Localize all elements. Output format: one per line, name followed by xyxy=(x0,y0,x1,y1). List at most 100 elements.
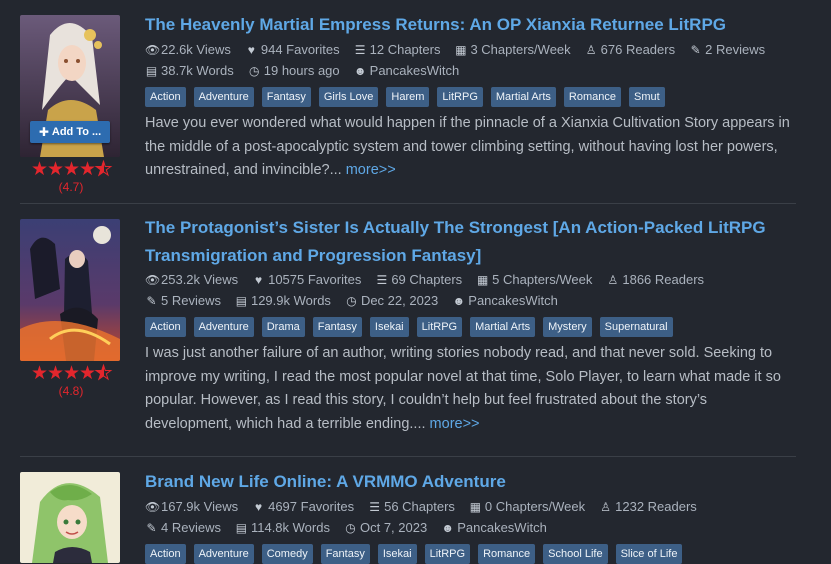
book-icon: ▤ xyxy=(235,293,248,308)
cover-image[interactable] xyxy=(20,472,120,563)
word-count: 129.9k Words xyxy=(250,293,331,308)
story-info: ✎ 4 Reviews ▤ 114.8k Words ◷ Oct 7, 2023 ☻ P… xyxy=(145,520,561,535)
updated-time: Dec 22, 2023 xyxy=(360,293,439,308)
tag-list: Action Adventure Comedy Fantasy Isekai L… xyxy=(145,544,690,564)
tag-list: Action Adventure Drama Fantasy Isekai Li… xyxy=(145,317,681,337)
tag[interactable]: Fantasy xyxy=(312,317,362,337)
star-icon: ★ xyxy=(63,363,81,384)
chapters-count: 12 Chapters xyxy=(369,42,441,57)
rating-value: (4.8) xyxy=(58,384,84,398)
tag[interactable]: Harem xyxy=(386,87,430,107)
author-icon: ☻ xyxy=(441,520,455,535)
tag[interactable]: Adventure xyxy=(193,87,254,107)
favorites-count: 944 Favorites xyxy=(260,42,340,57)
tag[interactable]: School Life xyxy=(543,544,608,564)
tag[interactable]: Fantasy xyxy=(261,87,311,107)
tag[interactable]: Action xyxy=(145,87,186,107)
tag[interactable]: Slice of Life xyxy=(615,544,683,564)
tag-list: Action Adventure Fantasy Girls Love Hare… xyxy=(145,87,673,107)
tag[interactable]: Romance xyxy=(563,87,621,107)
story-stats: 👁 22.6k Views ♥ 944 Favorites ☰ 12 Chapters… xyxy=(145,42,779,57)
tag[interactable]: Supernatural xyxy=(599,317,673,337)
chapters-count: 56 Chapters xyxy=(384,499,455,514)
star-icon: ★ xyxy=(79,159,97,180)
story-stats: 👁 253.2k Views ♥ 10575 Favorites ☰ 69 Chapt… xyxy=(145,272,718,287)
divider xyxy=(20,456,796,457)
chapters-count: 69 Chapters xyxy=(391,272,463,287)
book-icon: ▤ xyxy=(235,520,248,535)
cover-image[interactable] xyxy=(20,219,120,361)
tag[interactable]: Fantasy xyxy=(320,544,370,564)
tag[interactable]: Comedy xyxy=(261,544,313,564)
story-title[interactable]: The Protagonist’s Sister Is Actually The… xyxy=(145,214,795,270)
star-half-icon: ★ xyxy=(95,159,113,180)
tag[interactable]: LitRPG xyxy=(437,87,483,107)
book-icon: ▤ xyxy=(145,63,158,78)
star-icon: ★ xyxy=(47,159,65,180)
star-icon: ★ xyxy=(31,363,49,384)
chapters-per-week: 3 Chapters/Week xyxy=(470,42,571,57)
tag[interactable]: Mystery xyxy=(543,317,592,337)
tag[interactable]: Action xyxy=(145,317,186,337)
tag[interactable]: Smut xyxy=(628,87,665,107)
reviews-count: 4 Reviews xyxy=(161,520,221,535)
tag[interactable]: Adventure xyxy=(193,544,254,564)
list-icon: ☰ xyxy=(376,272,388,287)
author-name[interactable]: PancakesWitch xyxy=(468,293,558,308)
tag[interactable]: Action xyxy=(145,544,186,564)
author-icon: ☻ xyxy=(353,63,367,78)
heart-icon: ♥ xyxy=(255,272,263,287)
tag[interactable]: Martial Arts xyxy=(470,317,536,337)
tag[interactable]: Isekai xyxy=(377,544,417,564)
tag[interactable]: LitRPG xyxy=(416,317,463,337)
views-count: 22.6k Views xyxy=(161,42,231,57)
readers-count: 1232 Readers xyxy=(615,499,697,514)
updated-time: 19 hours ago xyxy=(263,63,340,78)
reviews-count: 2 Reviews xyxy=(705,42,766,57)
more-link[interactable]: more>> xyxy=(346,162,396,178)
tag[interactable]: Romance xyxy=(478,544,536,564)
star-half-icon: ★ xyxy=(95,363,113,384)
eye-icon: 👁 xyxy=(145,499,161,514)
more-link[interactable]: more>> xyxy=(430,416,480,432)
tag[interactable]: LitRPG xyxy=(424,544,471,564)
calendar-icon: ▦ xyxy=(469,499,482,514)
views-count: 167.9k Views xyxy=(161,499,239,514)
tag[interactable]: Girls Love xyxy=(318,87,379,107)
star-rating: ★ ★ ★ ★ ★ xyxy=(28,363,114,384)
favorites-count: 4697 Favorites xyxy=(268,499,355,514)
plus-icon: ✚ xyxy=(38,125,49,139)
tag[interactable]: Adventure xyxy=(193,317,254,337)
eye-icon: 👁 xyxy=(145,42,161,57)
author-name[interactable]: PancakesWitch xyxy=(370,63,460,78)
edit-icon: ✎ xyxy=(146,520,157,535)
tag[interactable]: Drama xyxy=(261,317,305,337)
chapters-per-week: 0 Chapters/Week xyxy=(484,499,586,514)
star-icon: ★ xyxy=(47,363,65,384)
edit-icon: ✎ xyxy=(146,293,157,308)
calendar-icon: ▦ xyxy=(476,272,489,287)
story-description: I was just another failure of an author,… xyxy=(145,345,781,432)
reviews-count: 5 Reviews xyxy=(161,293,221,308)
tag[interactable]: Martial Arts xyxy=(490,87,556,107)
star-rating: ★ ★ ★ ★ ★ xyxy=(28,159,114,180)
add-to-list-button[interactable]: ✚ Add To ... xyxy=(30,121,110,143)
rating-value: (4.7) xyxy=(58,180,84,194)
star-icon: ★ xyxy=(79,363,97,384)
story-title[interactable]: The Heavenly Martial Empress Returns: An… xyxy=(145,11,795,39)
list-icon: ☰ xyxy=(354,42,366,57)
tag[interactable]: Isekai xyxy=(369,317,409,337)
story-info: ✎ 5 Reviews ▤ 129.9k Words ◷ Dec 22, 2023 ☻… xyxy=(145,293,572,308)
eye-icon: 👁 xyxy=(145,272,161,287)
story-description: Have you ever wondered what would happen… xyxy=(145,115,790,178)
story-info: ▤ 38.7k Words ◷ 19 hours ago ☻ PancakesWitc… xyxy=(145,63,473,78)
favorites-count: 10575 Favorites xyxy=(268,272,362,287)
story-title[interactable]: Brand New Life Online: A VRMMO Adventure xyxy=(145,468,795,496)
star-icon: ★ xyxy=(63,159,81,180)
heart-icon: ♥ xyxy=(247,42,255,57)
author-name[interactable]: PancakesWitch xyxy=(457,520,547,535)
clock-icon: ◷ xyxy=(249,63,260,78)
author-icon: ☻ xyxy=(452,293,466,308)
user-icon: ♙ xyxy=(607,272,619,287)
readers-count: 676 Readers xyxy=(600,42,676,57)
